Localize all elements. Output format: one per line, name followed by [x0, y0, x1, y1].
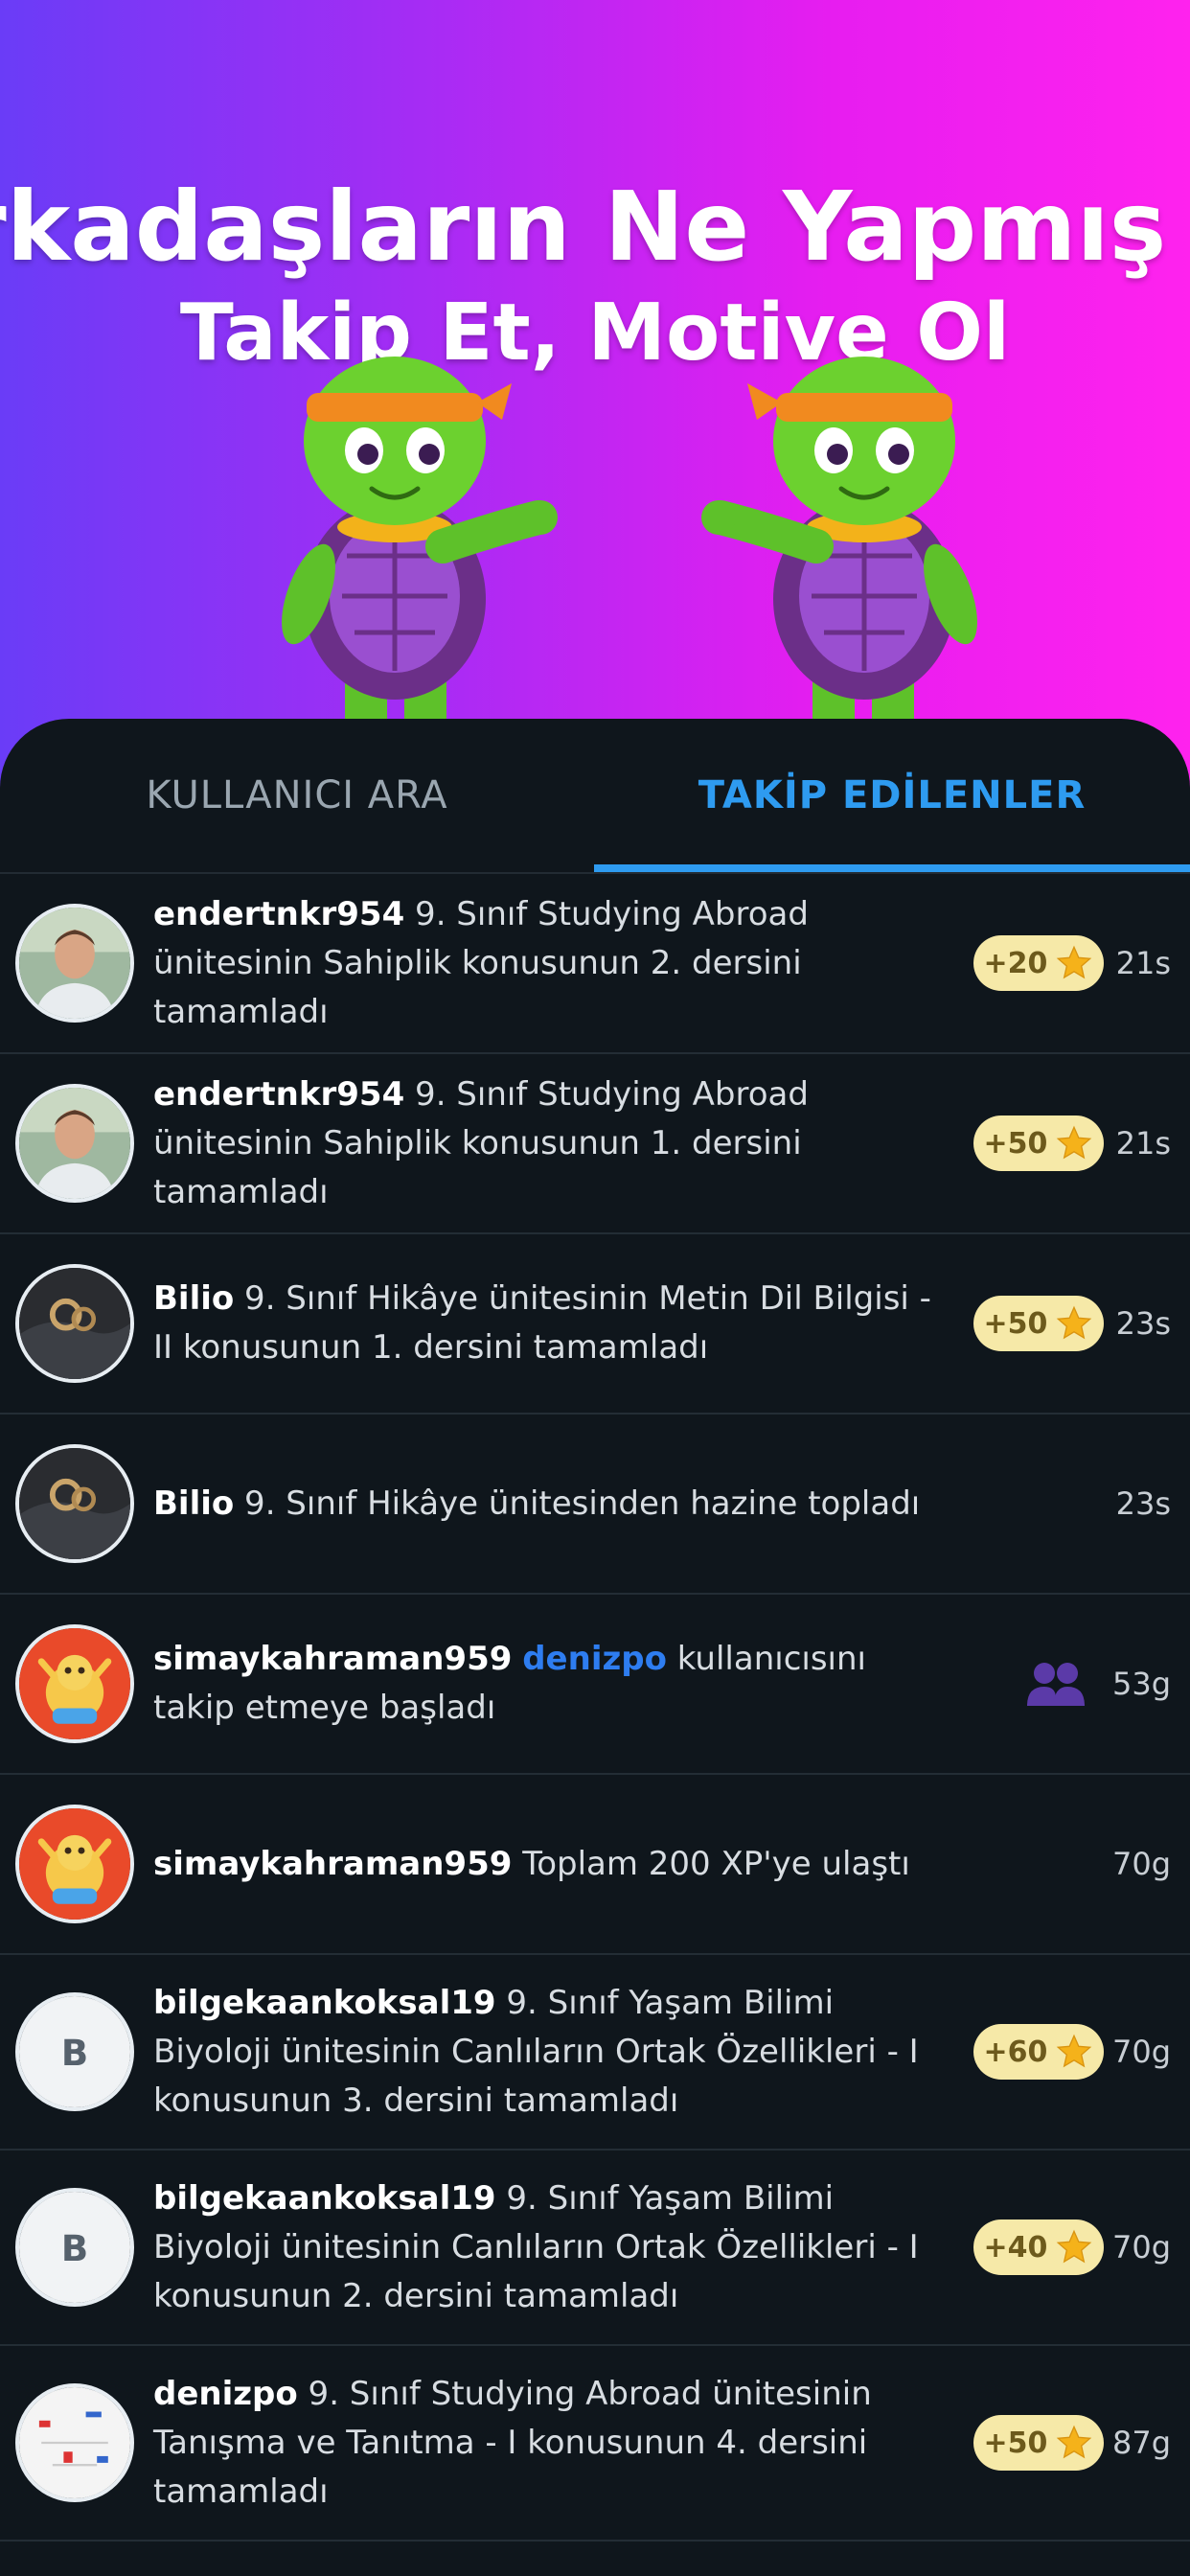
timestamp: 87g [1111, 2425, 1171, 2461]
active-tab-indicator [594, 864, 1190, 872]
turtle-mascot-left [282, 356, 558, 748]
username-link[interactable]: bilgekaankoksal19 [153, 1984, 496, 2022]
svg-text:B: B [61, 2033, 88, 2074]
xp-badge: +40 [973, 2220, 1104, 2275]
mentioned-user-link[interactable]: denizpo [522, 1640, 667, 1678]
avatar[interactable] [15, 1444, 134, 1563]
activity-description: 9. Sınıf Hikâye ünitesinin Metin Dil Bil… [153, 1279, 931, 1367]
username-link[interactable]: Bilio [153, 1484, 234, 1523]
turtle-mascot-right [701, 356, 977, 748]
timestamp: 70g [1111, 1846, 1171, 1882]
timestamp: 23s [1115, 1485, 1171, 1522]
username-link[interactable]: endertnkr954 [153, 895, 404, 933]
timestamp: 21s [1115, 945, 1171, 981]
activity-text: Bilio 9. Sınıf Hikâye ünitesinin Metin D… [153, 1275, 949, 1372]
activity-row[interactable]: endertnkr954 9. Sınıf Studying Abroad ün… [0, 1054, 1190, 1234]
star-icon [1057, 1305, 1092, 1340]
xp-badge: +60 [973, 2024, 1104, 2080]
xp-badge: +20 [973, 935, 1104, 991]
avatar[interactable] [15, 1624, 134, 1743]
tab-user-search[interactable]: KULLANICI ARA [0, 719, 594, 872]
xp-value: +50 [983, 1126, 1048, 1161]
timestamp: 23s [1115, 1305, 1171, 1342]
timestamp: 21s [1115, 1125, 1171, 1162]
xp-badge: +50 [973, 1296, 1104, 1351]
activity-text: denizpo 9. Sınıf Studying Abroad ünitesi… [153, 2370, 949, 2517]
timestamp: 53g [1111, 1666, 1171, 1702]
star-icon [1057, 945, 1092, 979]
activity-row[interactable]: Bbilgekaankoksal19 9. Sınıf Yaşam Bilimi… [0, 1955, 1190, 2150]
xp-value: +50 [983, 2426, 1048, 2460]
hero-headline: Arkadaşların Ne Yapmış Bak [0, 171, 1190, 283]
xp-value: +20 [983, 946, 1048, 980]
activity-row[interactable]: simaykahraman959 Toplam 200 XP'ye ulaştı… [0, 1775, 1190, 1955]
star-icon [1057, 2034, 1092, 2068]
username-link[interactable]: simaykahraman959 [153, 1640, 512, 1678]
xp-badge: +50 [973, 2415, 1104, 2471]
username-link[interactable]: bilgekaankoksal19 [153, 2179, 496, 2218]
activity-text: endertnkr954 9. Sınıf Studying Abroad ün… [153, 890, 949, 1037]
avatar[interactable] [15, 1084, 134, 1203]
activity-row[interactable]: simaykahraman959 denizpo kullanıcısını t… [0, 1595, 1190, 1775]
avatar[interactable] [15, 904, 134, 1023]
avatar[interactable]: B [15, 2188, 134, 2307]
timestamp: 70g [1111, 2034, 1171, 2070]
hero-subheadline: Takip Et, Motive Ol [179, 288, 1011, 379]
activity-text: bilgekaankoksal19 9. Sınıf Yaşam Bilimi … [153, 1979, 949, 2126]
follow-users-icon [1027, 1663, 1085, 1706]
avatar[interactable] [15, 2383, 134, 2502]
star-icon [1057, 2229, 1092, 2264]
activity-row[interactable]: denizpo 9. Sınıf Studying Abroad ünitesi… [0, 2346, 1190, 2542]
avatar[interactable] [15, 1264, 134, 1383]
username-link[interactable]: Bilio [153, 1279, 234, 1318]
activity-row[interactable]: endertnkr954 9. Sınıf Studying Abroad ün… [0, 874, 1190, 1054]
hero-banner: Arkadaşların Ne Yapmış Bak Takip Et, Mot… [0, 0, 1190, 795]
activity-row[interactable]: Bbilgekaankoksal19 9. Sınıf Yaşam Bilimi… [0, 2150, 1190, 2346]
tab-bar: KULLANICI ARA TAKİP EDİLENLER [0, 719, 1190, 874]
star-icon [1057, 2425, 1092, 2459]
activity-panel: KULLANICI ARA TAKİP EDİLENLER endertnkr9… [0, 719, 1190, 2576]
activity-description: 9. Sınıf Hikâye ünitesinden hazine topla… [234, 1484, 921, 1523]
timestamp: 70g [1111, 2229, 1171, 2266]
avatar[interactable] [15, 1805, 134, 1923]
activity-feed: endertnkr954 9. Sınıf Studying Abroad ün… [0, 874, 1190, 2542]
star-icon [1057, 1125, 1092, 1160]
avatar[interactable]: B [15, 1992, 134, 2111]
activity-description: Toplam 200 XP'ye ulaştı [512, 1844, 910, 1883]
activity-text: Bilio 9. Sınıf Hikâye ünitesinden hazine… [153, 1480, 949, 1529]
xp-value: +40 [983, 2230, 1048, 2265]
xp-value: +50 [983, 1306, 1048, 1341]
xp-badge: +50 [973, 1116, 1104, 1171]
tab-following[interactable]: TAKİP EDİLENLER [594, 719, 1190, 872]
activity-text: simaykahraman959 denizpo kullanıcısını t… [153, 1635, 949, 1733]
username-link[interactable]: denizpo [153, 2375, 298, 2413]
activity-text: bilgekaankoksal19 9. Sınıf Yaşam Bilimi … [153, 2174, 949, 2321]
username-link[interactable]: simaykahraman959 [153, 1845, 512, 1883]
svg-text:B: B [61, 2228, 88, 2269]
username-link[interactable]: endertnkr954 [153, 1075, 404, 1114]
activity-text: endertnkr954 9. Sınıf Studying Abroad ün… [153, 1070, 949, 1217]
activity-row[interactable]: Bilio 9. Sınıf Hikâye ünitesinin Metin D… [0, 1234, 1190, 1414]
activity-row[interactable]: Bilio 9. Sınıf Hikâye ünitesinden hazine… [0, 1414, 1190, 1595]
xp-value: +60 [983, 2035, 1048, 2069]
activity-text: simaykahraman959 Toplam 200 XP'ye ulaştı [153, 1840, 949, 1889]
